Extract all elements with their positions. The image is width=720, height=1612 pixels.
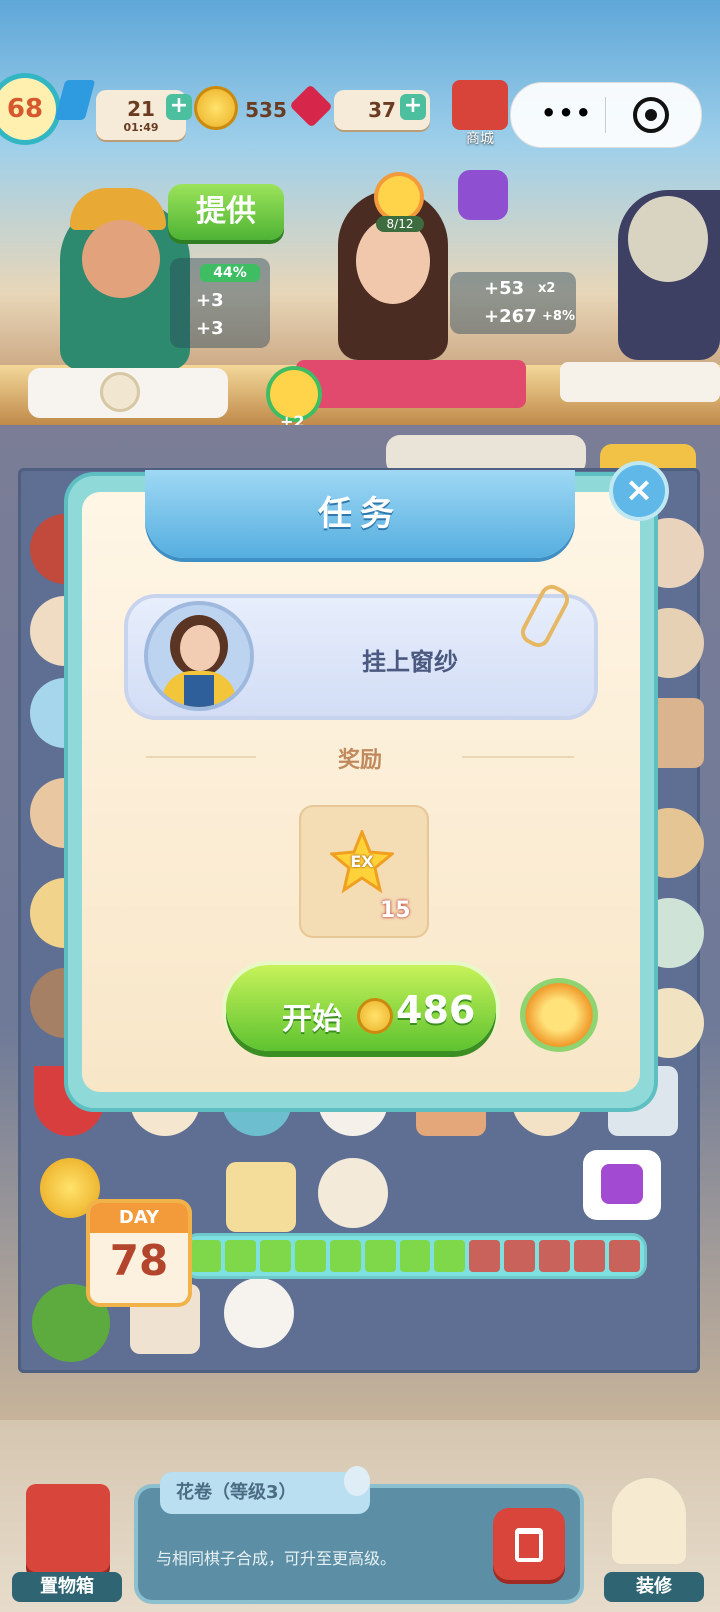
start-cost: 486 bbox=[396, 988, 476, 1032]
avatar-apron bbox=[184, 675, 214, 707]
cooking-pot-icon bbox=[520, 978, 598, 1052]
coin-cost-icon bbox=[357, 998, 393, 1034]
ex-star-icon: EX bbox=[328, 827, 396, 894]
reward-divider-right bbox=[462, 756, 574, 758]
task-description: 挂上窗纱 bbox=[362, 648, 458, 676]
reward-label: 奖励 bbox=[337, 748, 382, 773]
ex-badge-text: EX bbox=[350, 852, 374, 871]
avatar-face bbox=[180, 625, 220, 671]
modal-title: 任务 bbox=[318, 494, 402, 534]
reward-divider-left bbox=[146, 756, 256, 758]
task-npc-avatar bbox=[148, 605, 250, 707]
close-modal-button[interactable]: × bbox=[613, 465, 665, 517]
reward-count: 15 bbox=[380, 898, 411, 923]
start-label: 开始 bbox=[282, 1002, 342, 1037]
close-icon: × bbox=[624, 470, 654, 510]
